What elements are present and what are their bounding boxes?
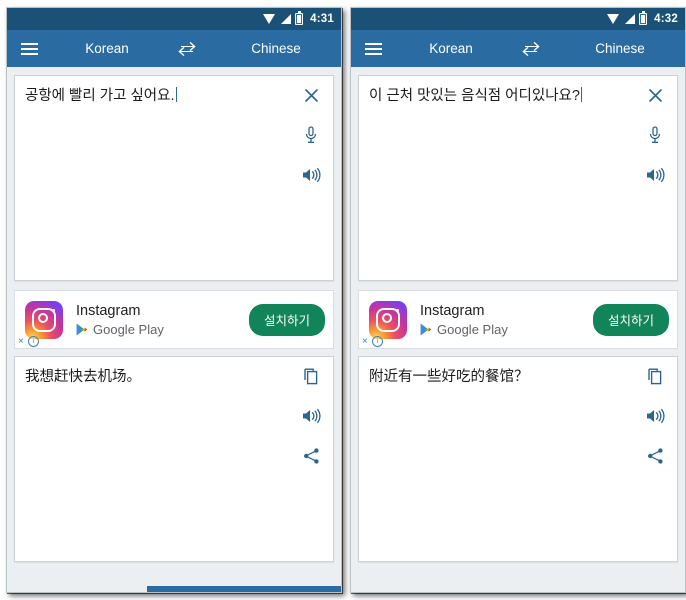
- google-play-icon: [420, 323, 432, 336]
- source-actions: [294, 84, 328, 186]
- hamburger-icon[interactable]: [7, 30, 51, 67]
- copy-icon[interactable]: [298, 365, 324, 387]
- source-text-input[interactable]: 공항에 빨리 가고 싶어요.: [25, 88, 175, 104]
- hamburger-icon[interactable]: [351, 30, 395, 67]
- source-text-card[interactable]: 공항에 빨리 가고 싶어요.: [14, 75, 334, 281]
- ad-controls: × i: [18, 336, 39, 347]
- ad-install-button[interactable]: 설치하기: [592, 303, 669, 336]
- translation-output-card: 附近有一些好吃的餐馆？: [358, 356, 678, 562]
- text-caret: [580, 87, 582, 102]
- phone-screen-left: 4:31 Korean Chinese 공항에 빨리 가고 싶어요. Insta…: [6, 7, 342, 593]
- speaker-icon[interactable]: [642, 405, 668, 427]
- status-bar-clock: 4:32: [654, 13, 678, 25]
- output-actions: [638, 365, 672, 467]
- share-icon[interactable]: [298, 445, 324, 467]
- translation-output-card: 我想赶快去机场。: [14, 356, 334, 562]
- ad-text-block: Instagram Google Play: [76, 303, 164, 337]
- scroll-progress: [147, 586, 341, 592]
- clear-icon[interactable]: [298, 84, 324, 106]
- source-text-card[interactable]: 이 근처 맛있는 음식점 어디있나요?: [358, 75, 678, 281]
- bottom-scroll-indicator[interactable]: [7, 585, 341, 592]
- advertisement-banner[interactable]: Instagram Google Play 설치하기 × i: [14, 290, 334, 349]
- screen-content: 이 근처 맛있는 음식점 어디있나요? Instagram Google Pla…: [351, 67, 685, 585]
- status-bar-icons: 4:32: [607, 11, 678, 25]
- ad-store-name: Google Play: [93, 321, 164, 337]
- wifi-icon: [263, 14, 276, 24]
- ad-title: Instagram: [76, 302, 141, 319]
- ad-store-name: Google Play: [437, 321, 508, 337]
- target-language-selector[interactable]: Chinese: [211, 41, 341, 56]
- status-bar: 4:32: [351, 8, 685, 30]
- screenshot-root: 4:31 Korean Chinese 공항에 빨리 가고 싶어요. Insta…: [0, 0, 686, 600]
- screen-content: 공항에 빨리 가고 싶어요. Instagram Google Play 설치하…: [7, 67, 341, 585]
- speaker-icon[interactable]: [642, 164, 668, 186]
- status-bar-icons: 4:31: [263, 11, 334, 25]
- app-toolbar: Korean Chinese: [7, 30, 341, 67]
- ad-close-icon[interactable]: ×: [18, 336, 24, 347]
- source-text-input[interactable]: 이 근처 맛있는 음식점 어디있나요?: [369, 88, 580, 104]
- ad-info-icon[interactable]: i: [371, 336, 383, 347]
- ad-controls: × i: [362, 336, 383, 347]
- swap-languages-icon[interactable]: [163, 41, 211, 56]
- source-language-selector[interactable]: Korean: [51, 41, 163, 56]
- ad-info-icon[interactable]: i: [27, 336, 39, 347]
- app-toolbar: Korean Chinese: [351, 30, 685, 67]
- microphone-icon[interactable]: [642, 124, 668, 146]
- microphone-icon[interactable]: [298, 124, 324, 146]
- text-caret: [175, 87, 177, 102]
- ad-text-block: Instagram Google Play: [420, 303, 508, 337]
- translation-output-text: 附近有一些好吃的餐馆？: [369, 369, 529, 385]
- signal-icon: [624, 14, 636, 24]
- ad-install-button[interactable]: 설치하기: [248, 303, 325, 336]
- battery-icon: [639, 11, 648, 25]
- wifi-icon: [607, 14, 620, 24]
- advertisement-banner[interactable]: Instagram Google Play 설치하기 × i: [358, 290, 678, 349]
- phone-screen-right: 4:32 Korean Chinese 이 근처 맛있는 음식점 어디있나요?: [350, 7, 686, 593]
- ad-close-icon[interactable]: ×: [362, 336, 368, 347]
- status-bar-clock: 4:31: [310, 13, 334, 25]
- ad-store-row: Google Play: [420, 322, 508, 337]
- source-actions: [638, 84, 672, 186]
- target-language-selector[interactable]: Chinese: [555, 41, 685, 56]
- battery-icon: [295, 11, 304, 25]
- source-language-selector[interactable]: Korean: [395, 41, 507, 56]
- copy-icon[interactable]: [642, 365, 668, 387]
- speaker-icon[interactable]: [298, 405, 324, 427]
- clear-icon[interactable]: [642, 84, 668, 106]
- swap-languages-icon[interactable]: [507, 41, 555, 56]
- bottom-scroll-indicator: [351, 585, 685, 592]
- ad-store-row: Google Play: [76, 322, 164, 337]
- status-bar: 4:31: [7, 8, 341, 30]
- output-actions: [294, 365, 328, 467]
- ad-title: Instagram: [420, 302, 485, 319]
- translation-output-text: 我想赶快去机场。: [25, 369, 141, 385]
- instagram-icon: [369, 300, 407, 339]
- share-icon[interactable]: [642, 445, 668, 467]
- signal-icon: [280, 14, 292, 24]
- speaker-icon[interactable]: [298, 164, 324, 186]
- google-play-icon: [76, 323, 88, 336]
- instagram-icon: [25, 300, 63, 339]
